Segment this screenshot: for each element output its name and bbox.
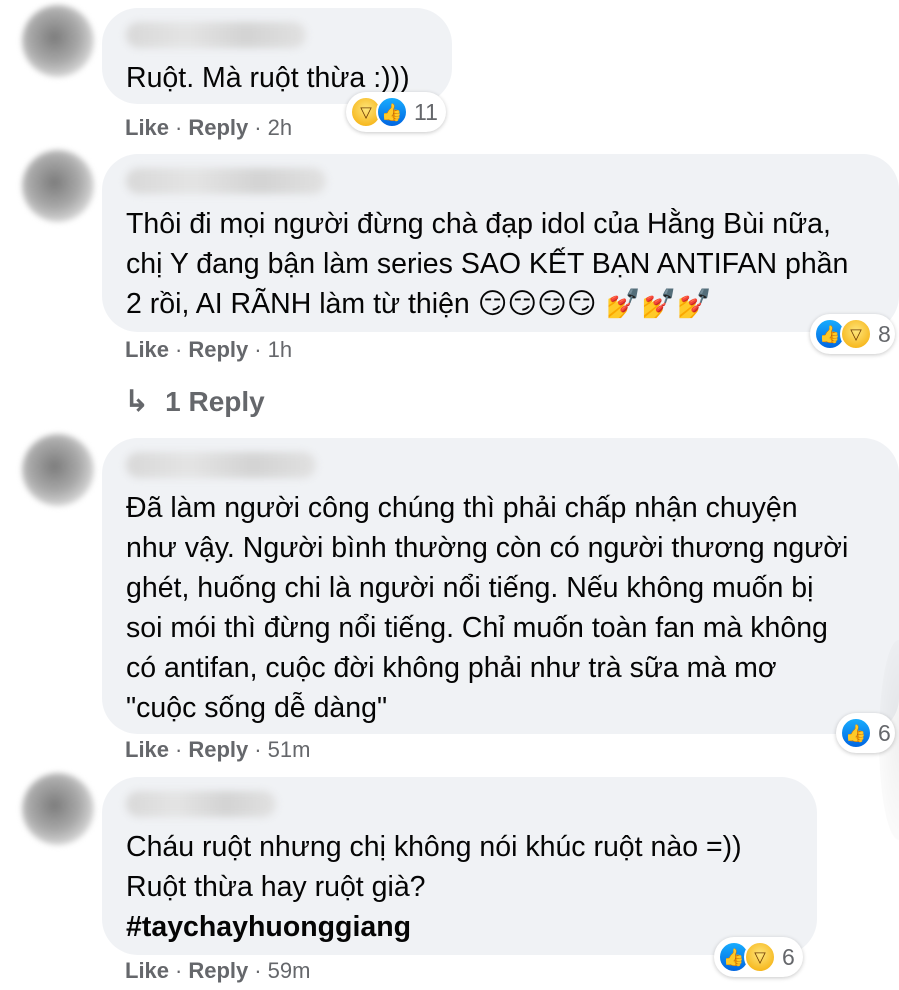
separator-dot: · (254, 737, 262, 762)
reaction-summary[interactable]: ▽ 👍 11 (346, 92, 446, 132)
comment-actions: Like · Reply · 51m (125, 737, 310, 763)
comment-bubble: Đã làm người công chúng thì phải chấp nh… (102, 438, 899, 734)
separator-dot: · (254, 337, 262, 362)
comment-text: Thôi đi mọi người đừng chà đạp idol của … (126, 204, 881, 324)
reaction-summary[interactable]: 👍 6 (836, 713, 895, 753)
timestamp[interactable]: 59m (268, 958, 311, 983)
reaction-summary[interactable]: 👍 ▽ 6 (714, 937, 803, 977)
view-replies-label: 1 Reply (165, 385, 265, 417)
laughing-face-icon: ▽ (840, 318, 872, 350)
thumbs-up-icon: 👍 (376, 96, 408, 128)
commenter-name-blurred[interactable] (126, 791, 276, 817)
avatar[interactable] (22, 150, 94, 222)
comment-bubble: Ruột. Mà ruột thừa :))) (102, 8, 452, 104)
comment-actions: Like · Reply · 1h (125, 337, 292, 363)
like-button[interactable]: Like (125, 115, 169, 140)
separator-dot: · (254, 958, 262, 983)
comment-text: Cháu ruột nhưng chị không nói khúc ruột … (126, 827, 799, 947)
reply-button[interactable]: Reply (188, 958, 248, 983)
hashtag-link[interactable]: #taychayhuonggiang (126, 911, 411, 943)
reply-arrow-icon: ↳ (124, 385, 150, 418)
separator-dot: · (175, 958, 183, 983)
commenter-name-blurred[interactable] (126, 452, 316, 478)
reaction-count: 6 (878, 719, 891, 746)
comment-actions: Like · Reply · 59m (125, 958, 310, 984)
comment-actions: Like · Reply · 2h (125, 115, 292, 141)
comment-bubble: Thôi đi mọi người đừng chà đạp idol của … (102, 154, 899, 332)
separator-dot: · (175, 115, 183, 140)
timestamp[interactable]: 51m (268, 737, 311, 762)
reply-button[interactable]: Reply (188, 337, 248, 362)
comment-bubble: Cháu ruột nhưng chị không nói khúc ruột … (102, 777, 817, 955)
laughing-face-icon: ▽ (744, 941, 776, 973)
reply-button[interactable]: Reply (188, 115, 248, 140)
comment-text: Đã làm người công chúng thì phải chấp nh… (126, 492, 849, 724)
emoji-sequence: 😏😏😏😏 💅💅💅 (477, 287, 713, 320)
commenter-name-blurred[interactable] (126, 22, 306, 48)
avatar[interactable] (22, 434, 94, 506)
commenter-name-blurred[interactable] (126, 168, 326, 194)
like-button[interactable]: Like (125, 337, 169, 362)
avatar[interactable] (22, 5, 94, 77)
reaction-count: 11 (414, 98, 438, 125)
like-button[interactable]: Like (125, 737, 169, 762)
timestamp[interactable]: 2h (268, 115, 292, 140)
reaction-count: 6 (782, 943, 795, 970)
view-replies-link[interactable]: ↳ 1 Reply (124, 384, 265, 419)
separator-dot: · (175, 337, 183, 362)
separator-dot: · (254, 115, 262, 140)
separator-dot: · (175, 737, 183, 762)
reply-button[interactable]: Reply (188, 737, 248, 762)
avatar[interactable] (22, 773, 94, 845)
reaction-count: 8 (878, 320, 891, 347)
comment-text-body: Cháu ruột nhưng chị không nói khúc ruột … (126, 831, 742, 903)
thumbs-up-icon: 👍 (840, 717, 872, 749)
timestamp[interactable]: 1h (268, 337, 292, 362)
like-button[interactable]: Like (125, 958, 169, 983)
reaction-summary[interactable]: 👍 ▽ 8 (810, 314, 895, 354)
